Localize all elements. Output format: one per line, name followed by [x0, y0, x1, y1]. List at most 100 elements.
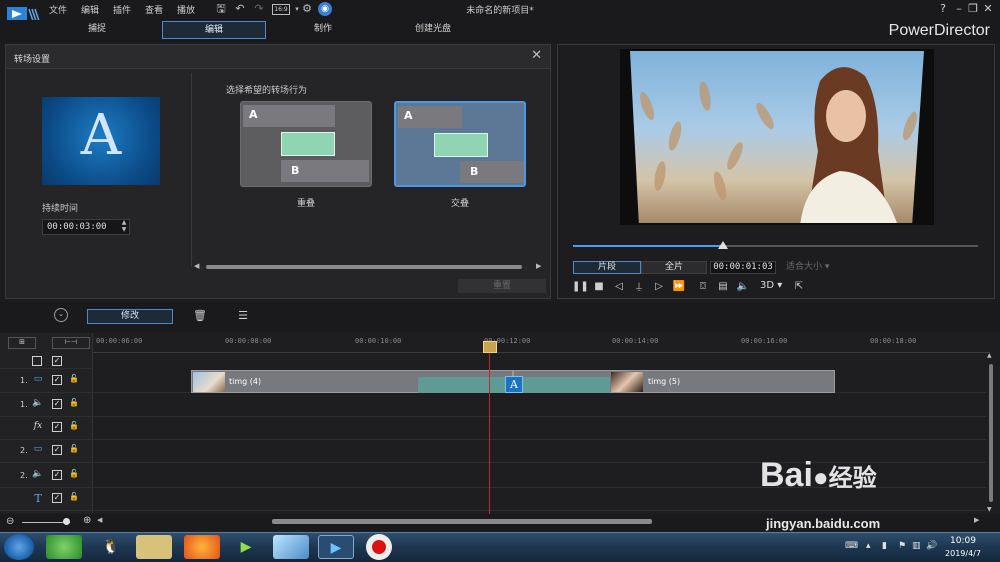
- menu-view[interactable]: 查看: [145, 3, 163, 16]
- scroll-right-icon[interactable]: ▶: [974, 516, 979, 524]
- option-cross[interactable]: A B: [394, 101, 526, 187]
- track-enable-checkbox[interactable]: ✓: [52, 399, 62, 409]
- zoom-fit-icon[interactable]: ⊢⊣: [52, 337, 90, 349]
- duration-spinner[interactable]: ▲ ▼: [118, 219, 130, 235]
- aspect-ratio-icon[interactable]: 16:9: [272, 4, 290, 15]
- scroll-left-icon[interactable]: ◀: [194, 262, 199, 270]
- lock-icon[interactable]: 🔓: [69, 444, 79, 456]
- ruler-label: 00:00:18:00: [870, 337, 917, 345]
- menu-file[interactable]: 文件: [49, 3, 67, 16]
- device-icon[interactable]: ▮: [882, 541, 887, 551]
- track-enable-checkbox[interactable]: ✓: [52, 375, 62, 385]
- clock-time[interactable]: 10:09: [940, 536, 986, 546]
- scroll-down-icon[interactable]: ▼: [987, 506, 992, 513]
- file-explorer-icon[interactable]: [136, 535, 172, 559]
- firefox-icon[interactable]: [184, 535, 220, 559]
- volume-icon[interactable]: 🔊: [926, 541, 937, 551]
- tab-create-disc[interactable]: 创建光盘: [396, 21, 470, 39]
- scroll-up-icon[interactable]: ▲: [987, 352, 992, 359]
- scrollbar-thumb[interactable]: [989, 364, 993, 502]
- lock-icon[interactable]: 🔓: [69, 374, 79, 386]
- menu-plugins[interactable]: 插件: [113, 3, 131, 16]
- save-icon[interactable]: 🖫: [214, 2, 228, 16]
- zoom-out-icon[interactable]: ⊖: [6, 516, 14, 527]
- network-icon[interactable]: ▥: [912, 541, 921, 551]
- reset-button[interactable]: 重置: [458, 279, 546, 293]
- track-enable-checkbox[interactable]: ✓: [52, 445, 62, 455]
- scroll-left-icon[interactable]: ◀: [97, 516, 102, 524]
- help-button[interactable]: ?: [936, 2, 950, 16]
- redo-icon[interactable]: ↷: [252, 2, 266, 16]
- modify-button[interactable]: 修改: [87, 309, 173, 324]
- 3d-mode-button[interactable]: 3D ▾: [760, 280, 782, 291]
- all-tracks-toggle[interactable]: [32, 356, 42, 366]
- duration-input[interactable]: 00:00:03:00: [42, 219, 130, 235]
- clock-date[interactable]: 2019/4/7: [940, 549, 986, 558]
- trash-icon[interactable]: 🗑: [193, 309, 207, 323]
- undo-icon[interactable]: ↶: [233, 2, 247, 16]
- minimize-icon[interactable]: –: [952, 2, 966, 16]
- restore-icon[interactable]: ❐: [966, 2, 980, 16]
- stop-icon[interactable]: ■: [592, 280, 606, 294]
- all-tracks-checkbox[interactable]: ✓: [52, 356, 62, 366]
- undock-icon[interactable]: ⇱: [792, 280, 806, 294]
- timeline-horizontal-scrollbar[interactable]: [272, 519, 652, 524]
- close-icon[interactable]: ✕: [981, 2, 995, 16]
- app-360-icon[interactable]: [46, 535, 82, 559]
- lock-icon[interactable]: 🔓: [69, 492, 79, 504]
- gear-icon[interactable]: ⚙: [300, 2, 314, 16]
- option-overlap[interactable]: A B: [240, 101, 372, 187]
- keyboard-icon[interactable]: ⌨: [845, 541, 858, 551]
- split-icon[interactable]: ⍊: [632, 280, 646, 294]
- volume-icon[interactable]: 🔈: [736, 280, 750, 294]
- record-icon[interactable]: [366, 534, 392, 560]
- tray-arrow-icon[interactable]: ▴: [866, 541, 871, 551]
- clip-mode-button[interactable]: 片段: [573, 261, 641, 274]
- zoom-in-icon[interactable]: ⊕: [83, 515, 91, 526]
- track-header-master: ✓: [0, 353, 93, 369]
- track-row[interactable]: [93, 417, 986, 440]
- track-enable-checkbox[interactable]: ✓: [52, 422, 62, 432]
- start-button[interactable]: [4, 534, 34, 560]
- previous-frame-icon[interactable]: ◁: [612, 280, 626, 294]
- clip-list-icon[interactable]: ☰: [236, 309, 250, 323]
- tab-capture[interactable]: 捕捉: [60, 21, 134, 39]
- track-header-audio-1: 1. 🔈 ✓ 🔓: [0, 394, 93, 417]
- track-enable-checkbox[interactable]: ✓: [52, 470, 62, 480]
- snapshot-icon[interactable]: ⌼: [696, 280, 710, 294]
- qq-icon[interactable]: 🐧: [93, 535, 129, 559]
- scroll-right-icon[interactable]: ▶: [536, 262, 541, 270]
- timeline-vertical-scrollbar[interactable]: ▲ ▼: [987, 352, 995, 514]
- menu-edit[interactable]: 编辑: [81, 3, 99, 16]
- lock-icon[interactable]: 🔓: [69, 469, 79, 481]
- panel-scrollbar[interactable]: ◀ ▶: [194, 262, 544, 271]
- ruler-label: 00:00:06:00: [96, 337, 143, 345]
- movie-mode-button[interactable]: 全片: [641, 261, 707, 274]
- timecode-display[interactable]: 00:00:01:03: [710, 261, 776, 274]
- next-frame-icon[interactable]: ▷: [652, 280, 666, 294]
- fit-size-select[interactable]: 适合大小 ▾: [786, 261, 842, 274]
- account-icon[interactable]: ◉: [318, 2, 332, 16]
- lock-icon[interactable]: 🔓: [69, 398, 79, 410]
- transition-marker[interactable]: A: [505, 376, 523, 393]
- fast-forward-icon[interactable]: ⏩: [672, 280, 686, 294]
- powerdirector-taskbar-icon[interactable]: ▶: [318, 535, 354, 559]
- tab-edit[interactable]: 编辑: [162, 21, 266, 39]
- track-enable-checkbox[interactable]: ✓: [52, 493, 62, 503]
- media-player-icon[interactable]: ▶: [228, 535, 264, 559]
- playhead-handle[interactable]: [483, 341, 497, 353]
- pause-icon[interactable]: ❚❚: [572, 280, 589, 294]
- flag-icon[interactable]: ⚑: [898, 541, 906, 551]
- scrub-handle[interactable]: [718, 241, 728, 249]
- fit-timeline-icon[interactable]: ⊞: [8, 337, 36, 349]
- menu-play[interactable]: 播放: [177, 3, 195, 16]
- expand-icon[interactable]: ⌄: [54, 308, 68, 322]
- scrollbar-thumb[interactable]: [206, 265, 522, 269]
- subtitle-icon[interactable]: ▤: [716, 280, 730, 294]
- lock-icon[interactable]: 🔓: [69, 421, 79, 433]
- tab-produce[interactable]: 制作: [286, 21, 360, 39]
- close-icon[interactable]: ✕: [531, 48, 542, 63]
- app-icon[interactable]: [273, 535, 309, 559]
- track-row[interactable]: [93, 394, 986, 417]
- zoom-slider-handle[interactable]: [63, 518, 70, 525]
